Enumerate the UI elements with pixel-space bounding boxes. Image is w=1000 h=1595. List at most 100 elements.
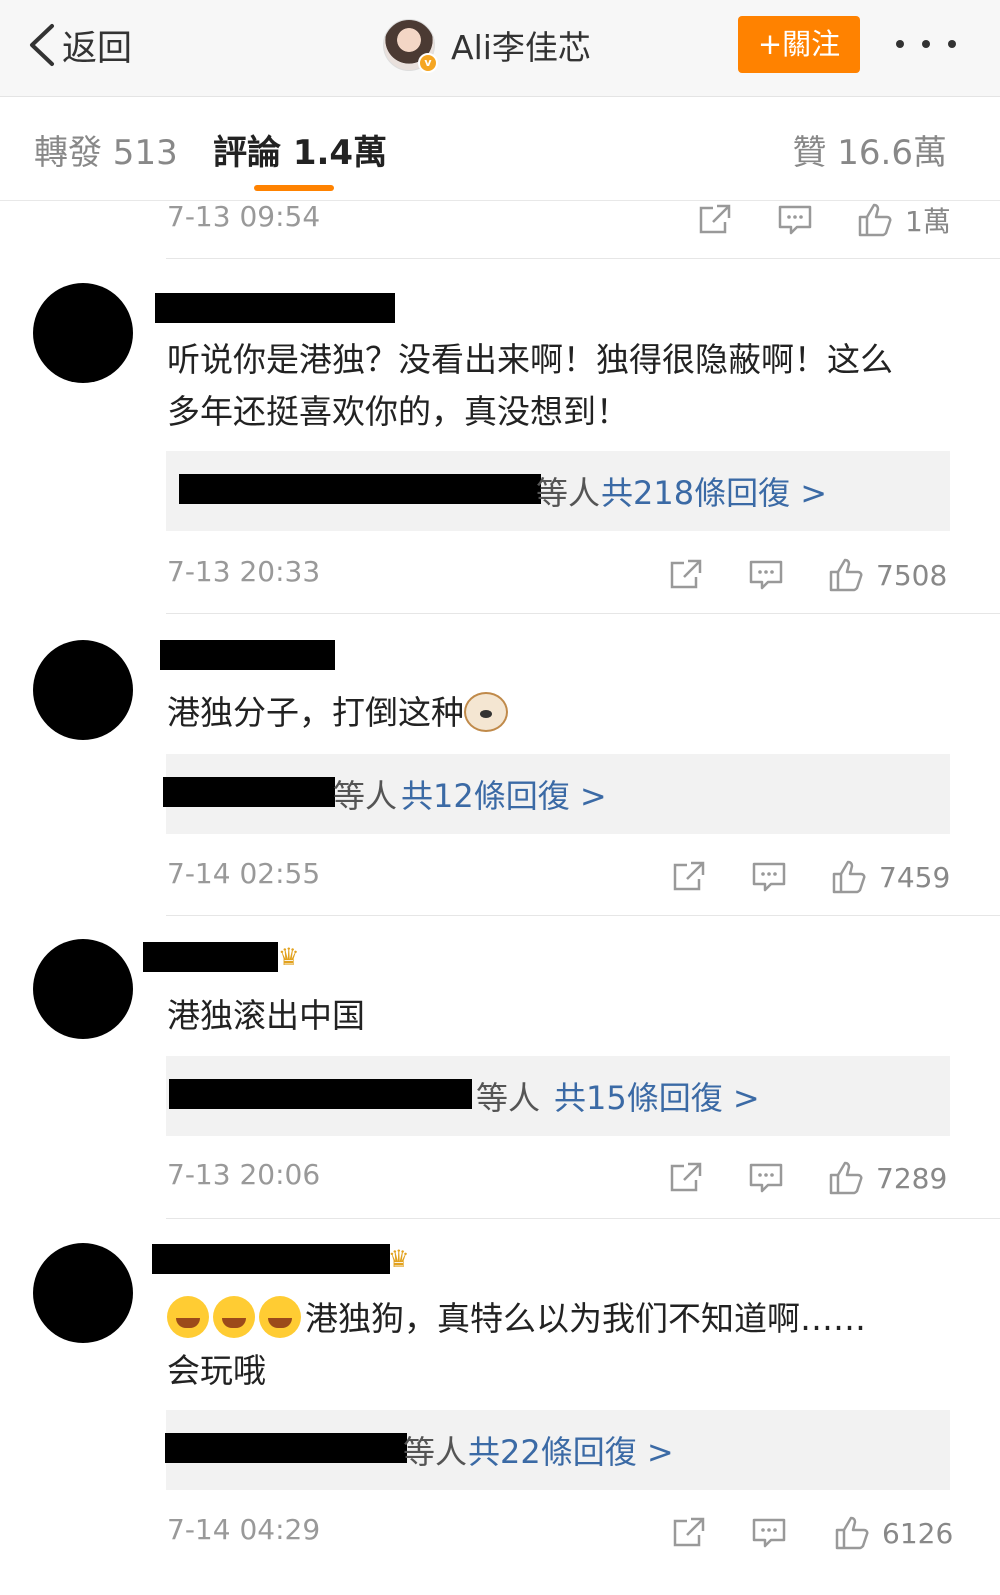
thumbs-up-icon (832, 860, 866, 894)
like-count: 7459 (879, 860, 951, 894)
verified-badge-icon: v (418, 53, 438, 73)
replier-redacted (179, 474, 541, 504)
like-button[interactable]: 7459 (831, 857, 950, 897)
comment-icon (749, 560, 783, 590)
replier-redacted (163, 777, 335, 807)
comment-text-body: 港独分子，打倒这种 (167, 693, 464, 732)
repost-icon (670, 559, 702, 589)
thumbs-up-icon (835, 1516, 869, 1550)
dog-emoji-icon (464, 692, 508, 732)
replier-redacted (169, 1079, 472, 1109)
dot (922, 40, 930, 48)
laughing-emoji-icon (213, 1296, 255, 1338)
reply-count-link[interactable]: 共15條回復 > (554, 1073, 760, 1119)
comment-item: 听说你是港独？没看出来啊！独得很隐蔽啊！这么 多年还挺喜欢你的，真没想到！ 等人… (0, 258, 1000, 613)
username-redacted[interactable] (155, 293, 395, 323)
repost-icon (670, 1162, 702, 1192)
dot (948, 40, 956, 48)
timestamp: 7-13 09:54 (167, 200, 321, 233)
tab-likes[interactable]: 贊 16.6萬 (792, 125, 947, 174)
comment-item: ♛ 港独狗，真特么以为我们不知道啊…… 会玩哦 等人 共22條回復 > 7-14… (0, 1218, 1000, 1595)
comment-item: ♛ 港独滚出中国 等人 共15條回復 > 7-13 20:06 7289 (0, 915, 1000, 1218)
timestamp: 7-14 04:29 (167, 1513, 321, 1546)
comment-meta-row: 7-14 04:29 6126 (0, 1513, 1000, 1553)
reply-count-link[interactable]: 共22條回復 > (468, 1427, 674, 1473)
repost-button[interactable] (671, 1513, 707, 1553)
laughing-emoji-icon (167, 1296, 209, 1338)
username-redacted[interactable] (143, 942, 278, 972)
like-button[interactable]: 7289 (828, 1158, 947, 1198)
comment-button[interactable] (751, 1513, 787, 1553)
back-label: 返回 (62, 28, 133, 69)
comment-icon (778, 205, 812, 235)
comment-meta-row: 7-13 20:33 7508 (0, 555, 1000, 595)
comment-icon (752, 1518, 786, 1548)
avatar[interactable] (33, 939, 133, 1039)
comment-text: 港独狗，真特么以为我们不知道啊…… 会玩哦 (167, 1293, 957, 1397)
repost-button[interactable] (668, 1158, 704, 1198)
replier-suffix: 等人 (403, 1433, 468, 1471)
avatar[interactable]: v (383, 19, 438, 73)
repost-button[interactable] (668, 555, 704, 595)
back-button[interactable]: 返回 (26, 20, 132, 70)
profile-name[interactable]: Ali李佳芯 (451, 21, 591, 69)
comment-button[interactable] (777, 200, 813, 240)
comment-button[interactable] (748, 555, 784, 595)
replier-suffix: 等人 (536, 474, 601, 512)
replier-suffix: 等人 (333, 777, 398, 815)
replies-preview[interactable]: 等人 共15條回復 > (166, 1056, 950, 1136)
username-redacted[interactable] (160, 640, 335, 670)
avatar[interactable] (33, 640, 133, 740)
repost-icon (673, 861, 705, 891)
replies-preview[interactable]: 等人 共22條回復 > (165, 1410, 950, 1490)
timestamp: 7-13 20:06 (167, 1158, 321, 1191)
thumbs-up-icon (829, 1161, 863, 1195)
top-nav-bar: 返回 v Ali李佳芯 +關注 (0, 0, 1000, 97)
replier-suffix: 等人 (476, 1079, 541, 1117)
follow-button[interactable]: +關注 (738, 16, 860, 73)
dot (896, 40, 904, 48)
crown-icon: ♛ (388, 1245, 410, 1273)
comment-meta-row: 7-13 20:06 7289 (0, 1158, 1000, 1198)
thumbs-up-icon (829, 558, 863, 592)
tab-bar: 轉發 513 評論 1.4萬 贊 16.6萬 (0, 97, 1000, 201)
comment-meta-row: 7-13 09:54 1萬 (0, 200, 1000, 240)
repost-button[interactable] (671, 857, 707, 897)
profile-header[interactable]: v Ali李佳芯 (383, 16, 591, 74)
comment-icon (749, 1163, 783, 1193)
more-dots-icon[interactable] (896, 24, 956, 64)
like-button[interactable]: 7508 (828, 555, 947, 595)
comment-text: 港独滚出中国 (167, 996, 365, 1035)
timestamp: 7-14 02:55 (167, 857, 321, 890)
comment-icon (752, 862, 786, 892)
laughing-emoji-icon (259, 1296, 301, 1338)
like-count: 7508 (876, 558, 948, 592)
avatar[interactable] (33, 1243, 133, 1343)
active-tab-indicator (254, 185, 334, 191)
username-redacted[interactable] (152, 1244, 390, 1274)
repost-button[interactable] (697, 200, 733, 240)
like-button[interactable]: 6126 (834, 1513, 953, 1553)
repost-icon (699, 204, 731, 234)
replies-preview[interactable]: 等人 共12條回復 > (163, 754, 950, 834)
comment-text: 港独分子，打倒这种 (167, 687, 957, 739)
comment-meta-row: 7-14 02:55 7459 (0, 857, 1000, 897)
reply-count-link[interactable]: 共12條回復 > (401, 771, 607, 817)
like-count: 1萬 (905, 205, 951, 238)
comment-item: 港独分子，打倒这种 等人 共12條回復 > 7-14 02:55 7459 (0, 613, 1000, 915)
replies-preview[interactable]: 等人 共218條回復 > (166, 451, 950, 531)
reply-count-link[interactable]: 共218條回復 > (601, 468, 827, 514)
timestamp: 7-13 20:33 (167, 555, 321, 588)
avatar[interactable] (33, 283, 133, 383)
comment-button[interactable] (751, 857, 787, 897)
repost-icon (673, 1517, 705, 1547)
like-count: 7289 (876, 1161, 948, 1195)
replier-redacted (165, 1433, 407, 1463)
comment-text: 听说你是港独？没看出来啊！独得很隐蔽啊！这么 多年还挺喜欢你的，真没想到！ (167, 340, 893, 431)
comment-button[interactable] (748, 1158, 784, 1198)
like-button[interactable]: 1萬 (857, 200, 951, 240)
tab-repost[interactable]: 轉發 513 (34, 125, 178, 174)
like-count: 6126 (882, 1516, 954, 1550)
thumbs-up-icon (858, 203, 892, 237)
tab-comments[interactable]: 評論 1.4萬 (213, 125, 387, 174)
